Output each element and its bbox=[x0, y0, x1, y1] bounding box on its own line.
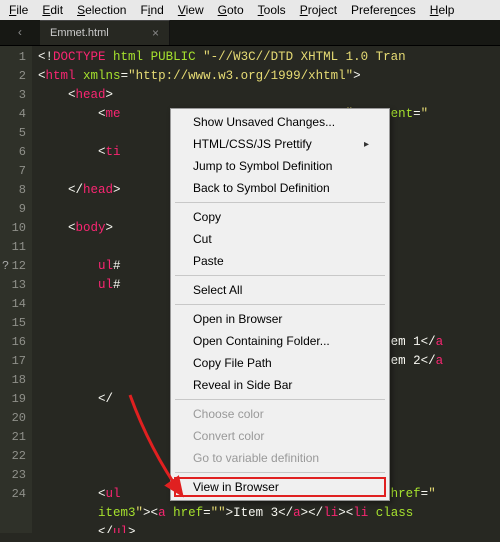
menu-separator bbox=[175, 202, 385, 203]
context-menu-label: Jump to Symbol Definition bbox=[193, 159, 332, 173]
context-menu-item: Choose color bbox=[173, 403, 387, 425]
code-line[interactable]: <html xmlns="http://www.w3.org/1999/xhtm… bbox=[38, 67, 500, 86]
context-menu-item[interactable]: Open in Browser bbox=[173, 308, 387, 330]
line-number: 18 bbox=[0, 371, 26, 390]
context-menu-label: Reveal in Side Bar bbox=[193, 378, 292, 392]
tab-title: Emmet.html bbox=[50, 27, 109, 39]
context-menu-label: Paste bbox=[193, 254, 224, 268]
context-menu-item[interactable]: HTML/CSS/JS Prettify ▸ bbox=[173, 133, 387, 155]
line-number: 23 bbox=[0, 466, 26, 485]
context-menu-label: Copy File Path bbox=[193, 356, 272, 370]
context-menu-item[interactable]: Copy bbox=[173, 206, 387, 228]
line-number: 1 bbox=[0, 48, 26, 67]
line-number: 11 bbox=[0, 238, 26, 257]
context-menu: Show Unsaved Changes... HTML/CSS/JS Prett… bbox=[170, 108, 390, 501]
line-number: 5 bbox=[0, 124, 26, 143]
menu-separator bbox=[175, 304, 385, 305]
line-number: 20 bbox=[0, 409, 26, 428]
line-number: 22 bbox=[0, 447, 26, 466]
menu-edit[interactable]: Edit bbox=[35, 1, 70, 19]
line-number: 19 bbox=[0, 390, 26, 409]
context-menu-label: Show Unsaved Changes... bbox=[193, 115, 335, 129]
context-menu-item[interactable]: Jump to Symbol Definition bbox=[173, 155, 387, 177]
code-line[interactable]: <!DOCTYPE html PUBLIC "-//W3C//DTD XHTML… bbox=[38, 48, 500, 67]
line-number: 2 bbox=[0, 67, 26, 86]
context-menu-label: Copy bbox=[193, 210, 221, 224]
code-line[interactable]: item3"><a href="">Item 3</a></li><li cla… bbox=[38, 504, 500, 523]
context-menu-item[interactable]: Reveal in Side Bar bbox=[173, 374, 387, 396]
context-menu-item[interactable]: Select All bbox=[173, 279, 387, 301]
context-menu-label: Open in Browser bbox=[193, 312, 282, 326]
close-icon[interactable]: × bbox=[152, 26, 159, 40]
context-menu-label: Convert color bbox=[193, 429, 264, 443]
context-menu-label: Open Containing Folder... bbox=[193, 334, 330, 348]
line-number: 7 bbox=[0, 162, 26, 181]
line-number: 24 bbox=[0, 485, 26, 504]
context-menu-item[interactable]: Paste bbox=[173, 250, 387, 272]
tab-bar: ‹ Emmet.html × bbox=[0, 20, 500, 46]
line-number: 17 bbox=[0, 352, 26, 371]
line-number: 3 bbox=[0, 86, 26, 105]
chevron-left-icon: ‹ bbox=[16, 26, 23, 40]
menu-tools[interactable]: Tools bbox=[251, 1, 293, 19]
line-number: 4 bbox=[0, 105, 26, 124]
menu-help[interactable]: Help bbox=[423, 1, 462, 19]
context-menu-item: Go to variable definition bbox=[173, 447, 387, 469]
gutter: 123456789101112131415161718192021222324 bbox=[0, 46, 32, 533]
context-menu-item[interactable]: Show Unsaved Changes... bbox=[173, 111, 387, 133]
context-menu-item: Convert color bbox=[173, 425, 387, 447]
tab-scroll-left[interactable]: ‹ bbox=[0, 20, 40, 45]
context-menu-label: Go to variable definition bbox=[193, 451, 319, 465]
menu-separator bbox=[175, 472, 385, 473]
line-number: 15 bbox=[0, 314, 26, 333]
menu-goto[interactable]: Goto bbox=[211, 1, 251, 19]
context-menu-label: Cut bbox=[193, 232, 212, 246]
line-number: 21 bbox=[0, 428, 26, 447]
context-menu-label: Back to Symbol Definition bbox=[193, 181, 330, 195]
line-number: 6 bbox=[0, 143, 26, 162]
context-menu-label: Select All bbox=[193, 283, 242, 297]
line-number: 9 bbox=[0, 200, 26, 219]
line-number bbox=[0, 504, 26, 523]
context-menu-item[interactable]: Copy File Path bbox=[173, 352, 387, 374]
code-line[interactable]: </ul> bbox=[38, 523, 500, 533]
menu-project[interactable]: Project bbox=[293, 1, 344, 19]
context-menu-item[interactable]: Cut bbox=[173, 228, 387, 250]
line-number: 13 bbox=[0, 276, 26, 295]
menu-selection[interactable]: Selection bbox=[70, 1, 133, 19]
context-menu-item[interactable]: Open Containing Folder... bbox=[173, 330, 387, 352]
context-menu-label: Choose color bbox=[193, 407, 264, 421]
context-menu-label: HTML/CSS/JS Prettify bbox=[193, 137, 312, 151]
line-number: 10 bbox=[0, 219, 26, 238]
menu-bar: FileEditSelectionFindViewGotoToolsProjec… bbox=[0, 0, 500, 20]
menu-find[interactable]: Find bbox=[133, 1, 170, 19]
context-menu-label: View in Browser bbox=[193, 480, 279, 494]
menu-separator bbox=[175, 399, 385, 400]
line-number: 12 bbox=[0, 257, 26, 276]
menu-file[interactable]: File bbox=[2, 1, 35, 19]
line-number: 8 bbox=[0, 181, 26, 200]
menu-preferences[interactable]: Preferences bbox=[344, 1, 423, 19]
line-number: 14 bbox=[0, 295, 26, 314]
menu-view[interactable]: View bbox=[171, 1, 211, 19]
menu-separator bbox=[175, 275, 385, 276]
context-menu-item[interactable]: Back to Symbol Definition bbox=[173, 177, 387, 199]
code-line[interactable]: <head> bbox=[38, 86, 500, 105]
tab-active[interactable]: Emmet.html × bbox=[40, 20, 170, 45]
submenu-arrow-icon: ▸ bbox=[364, 139, 369, 150]
line-number: 16 bbox=[0, 333, 26, 352]
context-menu-item[interactable]: View in Browser bbox=[173, 476, 387, 498]
